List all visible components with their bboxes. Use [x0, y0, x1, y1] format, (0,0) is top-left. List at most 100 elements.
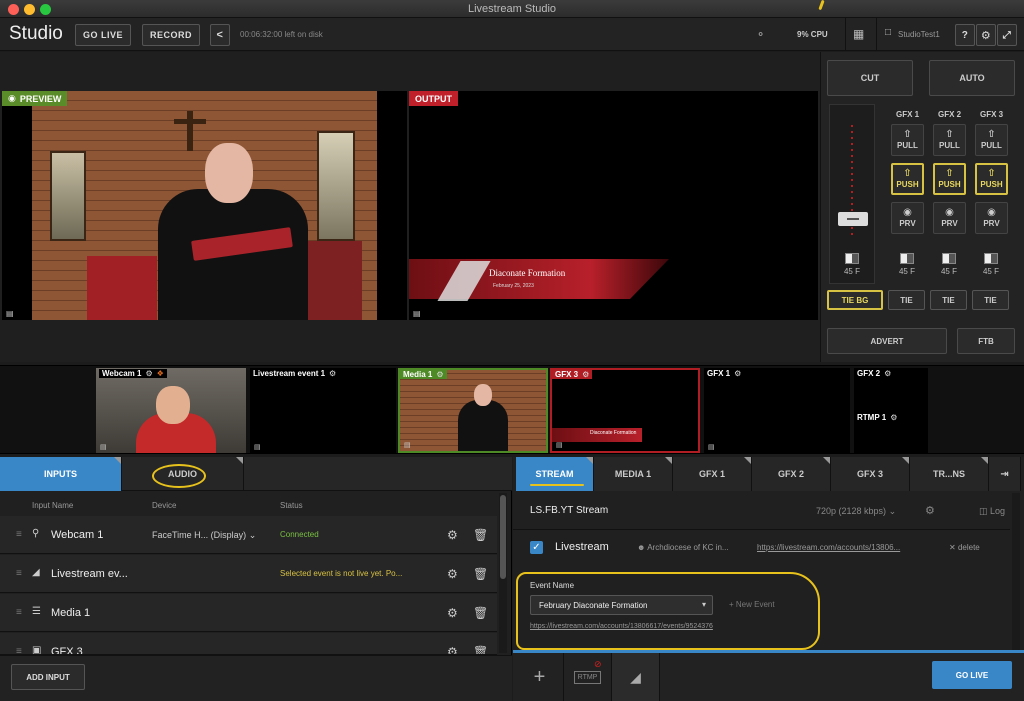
source-gfx3[interactable]: Diaconate Formation GFX 3 ⚙ ▤	[550, 368, 700, 453]
arrow-up-icon: ⇧	[945, 168, 954, 179]
drag-handle-icon[interactable]: ≡	[16, 568, 22, 579]
fullscreen-icon[interactable]: ⤢	[997, 24, 1017, 46]
help-icon[interactable]: ?	[955, 24, 975, 46]
source-livestream-event[interactable]: Livestream event 1 ⚙ ▤	[250, 368, 396, 453]
main-transition[interactable]: 45 F	[833, 244, 871, 284]
multiview-icon[interactable]: ▦	[853, 27, 864, 41]
blocked-icon: ⊘	[594, 659, 602, 669]
gfx3-transition[interactable]: 45 F	[972, 244, 1010, 284]
auto-button[interactable]: AUTO	[929, 60, 1015, 96]
lock-icon[interactable]: ▤	[413, 309, 421, 318]
gear-icon[interactable]: ⚙	[925, 504, 935, 517]
gear-icon[interactable]: ⚙	[884, 369, 891, 378]
tab-gfx-3[interactable]: GFX 3	[831, 457, 910, 491]
gear-icon[interactable]: ⚙	[447, 606, 458, 620]
gfx1-push-button[interactable]: ⇧ PUSH	[891, 163, 924, 195]
gear-icon[interactable]: ⚙	[145, 369, 152, 378]
source-label[interactable]: RTMP 1 ⚙	[857, 413, 897, 422]
source-gfx2[interactable]: GFX 2 ⚙ RTMP 1 ⚙	[854, 368, 928, 453]
source-webcam[interactable]: Webcam 1 ⚙ ❖ ▤	[96, 368, 246, 453]
quality-select[interactable]: 720p (2128 kbps) ⌄	[816, 506, 896, 517]
lock-icon[interactable]: ▤	[404, 441, 411, 449]
gear-icon[interactable]: ⚙	[447, 567, 458, 581]
headphone-icon[interactable]: ⚬	[756, 28, 765, 41]
trash-icon[interactable]: 🗑	[473, 606, 488, 620]
stream-scrollbar[interactable]	[1012, 493, 1020, 653]
input-row[interactable]: ≡ ☰ Media 1 ⚙ 🗑	[0, 594, 497, 632]
window-title: Livestream Studio	[467, 3, 557, 15]
source-gfx1[interactable]: GFX 1 ⚙ ▤	[704, 368, 850, 453]
drag-handle-icon[interactable]: ≡	[16, 529, 22, 540]
add-destination-plus-icon[interactable]: +	[516, 653, 564, 701]
add-input-button[interactable]: ADD INPUT	[11, 664, 85, 690]
cut-button[interactable]: CUT	[827, 60, 913, 96]
trash-icon[interactable]: 🗑	[473, 645, 488, 654]
gfx2-push-button[interactable]: ⇧ PUSH	[933, 163, 966, 195]
gfx3-pull-button[interactable]: ⇧ PULL	[975, 124, 1008, 156]
ftb-button[interactable]: FTB	[957, 328, 1015, 354]
share-icon[interactable]: <	[210, 24, 230, 46]
advert-button[interactable]: ADVERT	[827, 328, 947, 354]
log-toggle[interactable]: ◫ Log	[979, 506, 1005, 517]
trash-icon[interactable]: 🗑	[473, 567, 488, 581]
source-label: GFX 3 ⚙	[552, 370, 593, 379]
input-row[interactable]: ≡ ⚲ Webcam 1 FaceTime H... (Display) ⌄ C…	[0, 516, 497, 554]
rtmp-icon[interactable]: RTMP ⊘	[564, 653, 612, 701]
preview-monitor[interactable]: ◉ PREVIEW ▤	[2, 91, 407, 320]
t-bar-handle[interactable]	[838, 212, 868, 226]
gfx-column-label: GFX 3	[980, 110, 1004, 119]
gfx2-pull-button[interactable]: ⇧ PULL	[933, 124, 966, 156]
tab-media-1[interactable]: MEDIA 1	[594, 457, 673, 491]
gear-icon[interactable]: ⚙	[329, 369, 336, 378]
go-live-button[interactable]: GO LIVE	[75, 24, 131, 46]
gear-icon[interactable]: ⚙	[976, 24, 996, 46]
lock-icon[interactable]: ▤	[556, 441, 563, 449]
gfx1-pull-button[interactable]: ⇧ PULL	[891, 124, 924, 156]
livestream-logo-icon[interactable]: ◢	[612, 653, 660, 701]
tab-gfx-2[interactable]: GFX 2	[752, 457, 831, 491]
drag-handle-icon[interactable]: ≡	[16, 646, 22, 654]
pull-label: PULL	[897, 141, 918, 150]
input-row[interactable]: ≡ ▣ GFX 3 ⚙ 🗑	[0, 633, 497, 655]
tie-gfx3-button[interactable]: TIE	[972, 290, 1009, 310]
gfx2-prv-button[interactable]: ◉ PRV	[933, 202, 966, 234]
tab-scroll-end-icon[interactable]: ⇥	[989, 457, 1021, 491]
tab-gfx-1[interactable]: GFX 1	[673, 457, 752, 491]
project-name[interactable]: StudioTest1	[898, 30, 940, 39]
gfx3-prv-button[interactable]: ◉ PRV	[975, 202, 1008, 234]
tab-inputs[interactable]: INPUTS	[0, 457, 122, 491]
tie-gfx2-button[interactable]: TIE	[930, 290, 967, 310]
account-url-link[interactable]: https://livestream.com/accounts/13806...	[757, 543, 900, 552]
input-row[interactable]: ≡ ◢ Livestream ev... Selected event is n…	[0, 555, 497, 593]
device-select[interactable]: FaceTime H... (Display) ⌄	[152, 530, 256, 541]
delete-destination[interactable]: ✕ delete	[949, 543, 980, 552]
go-live-stream-button[interactable]: GO LIVE	[932, 661, 1012, 689]
record-button[interactable]: RECORD	[142, 24, 200, 46]
gear-icon[interactable]: ⚙	[436, 370, 443, 379]
lock-icon[interactable]: ▤	[6, 309, 14, 318]
tie-gfx1-button[interactable]: TIE	[888, 290, 925, 310]
eye-icon: ◉	[987, 207, 996, 218]
lock-icon[interactable]: ▤	[708, 443, 715, 451]
gfx2-transition[interactable]: 45 F	[930, 244, 968, 284]
tie-bg-button[interactable]: TIE BG	[827, 290, 883, 310]
scrollbar-thumb[interactable]	[500, 495, 506, 579]
output-monitor[interactable]: OUTPUT Diaconate Formation February 25, …	[409, 91, 818, 320]
gfx1-transition[interactable]: 45 F	[888, 244, 926, 284]
gear-icon[interactable]: ⚙	[447, 645, 458, 654]
destination-checkbox[interactable]: ✓	[530, 541, 543, 554]
gear-icon[interactable]: ⚙	[734, 369, 741, 378]
lock-icon[interactable]: ▤	[254, 443, 261, 451]
inputs-scrollbar[interactable]	[499, 493, 507, 653]
gear-icon[interactable]: ⚙	[447, 528, 458, 542]
tab-transitions[interactable]: TR...NS	[910, 457, 989, 491]
gear-icon[interactable]: ⚙	[582, 370, 589, 379]
trash-icon[interactable]: 🗑	[473, 528, 488, 542]
push-label: PUSH	[896, 180, 919, 189]
gfx3-push-button[interactable]: ⇧ PUSH	[975, 163, 1008, 195]
gear-icon[interactable]: ⚙	[890, 413, 897, 422]
source-media[interactable]: Media 1 ⚙ ▤	[398, 368, 548, 453]
gfx1-prv-button[interactable]: ◉ PRV	[891, 202, 924, 234]
lock-icon[interactable]: ▤	[100, 443, 107, 451]
drag-handle-icon[interactable]: ≡	[16, 607, 22, 618]
